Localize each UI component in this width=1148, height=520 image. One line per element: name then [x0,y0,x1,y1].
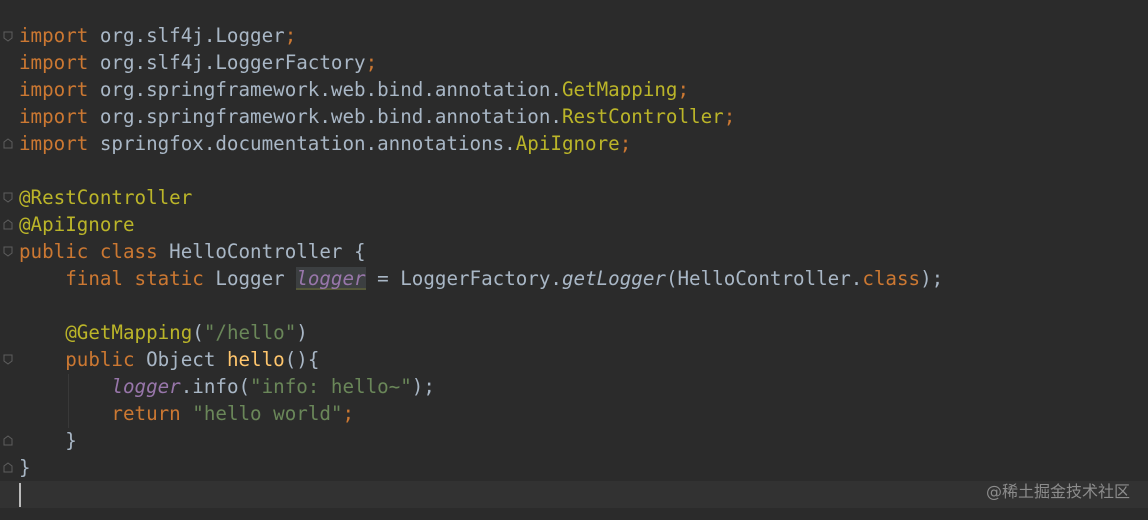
code-token: ) [296,321,308,344]
code-line[interactable]: import org.springframework.web.bind.anno… [19,76,689,103]
current-line-highlight [0,481,1148,508]
watermark: @稀土掘金技术社区 [985,482,1130,501]
string-literal-token: "hello world" [192,402,343,425]
method-name-token: hello [226,348,285,371]
fold-marker-icon[interactable] [3,354,13,365]
annotation-token: @GetMapping [65,321,193,344]
code-token: springfox.documentation.annotations. [88,132,516,155]
annotation-token: RestController [561,105,724,128]
code-token: org.slf4j.LoggerFactory [88,51,366,74]
code-editor[interactable]: import org.slf4j.Logger; import org.slf4j… [0,0,1148,520]
code-token: (){ [284,348,320,371]
code-line[interactable]: } [19,427,77,454]
code-token: org.springframework.web.bind.annotation. [88,78,562,101]
annotation-token: ApiIgnore [515,132,620,155]
code-line[interactable]: import org.slf4j.Logger; [19,22,296,49]
keyword-token: return [111,402,181,425]
code-token: Logger [203,267,297,290]
keyword-token: import [19,132,89,155]
code-line[interactable]: import org.springframework.web.bind.anno… [19,103,735,130]
keyword-token: import [19,78,89,101]
code-line[interactable]: @RestController [19,184,192,211]
code-token: = LoggerFactory. [365,267,562,290]
fold-marker-icon[interactable] [3,31,13,42]
code-line[interactable]: import springfox.documentation.annotatio… [19,130,631,157]
static-field-token: logger [111,375,181,398]
fold-marker-icon[interactable] [3,462,13,473]
code-line[interactable]: return "hello world"; [19,400,354,427]
string-literal-token: "info: hello~" [250,375,412,398]
fold-marker-icon[interactable] [3,435,13,446]
code-line[interactable]: logger.info("info: hello~"); [19,373,435,400]
code-token: org.springframework.web.bind.annotation. [88,105,562,128]
code-line[interactable]: @ApiIgnore [19,211,135,238]
code-token: org.slf4j.Logger [88,24,285,47]
annotation-token: GetMapping [561,78,678,101]
keyword-token: class [862,267,921,290]
code-line[interactable]: public Object hello(){ [19,346,319,373]
punctuation-token: ; [284,24,297,47]
annotation-token: @ApiIgnore [19,213,135,236]
fold-marker-icon[interactable] [3,246,13,257]
code-token: (HelloController. [665,267,863,290]
code-token: } [19,456,31,479]
punctuation-token: ; [677,78,690,101]
keyword-token: import [19,24,89,47]
code-token: .info( [180,375,251,398]
fold-marker-icon[interactable] [3,138,13,149]
string-literal-token: "/hello" [203,321,297,344]
punctuation-token: ; [365,51,378,74]
static-field-token: logger [296,267,366,290]
code-token: ); [411,375,435,398]
code-token: Object [134,348,227,371]
keyword-token: import [19,51,89,74]
punctuation-token: ; [619,132,632,155]
code-line[interactable]: final static Logger logger = LoggerFacto… [19,265,943,292]
keyword-token: public [65,348,135,371]
static-method-token: getLogger [561,267,666,290]
code-token: HelloController { [157,240,366,263]
code-line[interactable]: } [19,454,31,481]
code-line[interactable]: import org.slf4j.LoggerFactory; [19,49,377,76]
code-token: ); [920,267,944,290]
code-token: ( [192,321,204,344]
text-caret-icon [19,483,21,507]
keyword-token: import [19,105,89,128]
code-line[interactable]: public class HelloController { [19,238,366,265]
annotation-token: @RestController [19,186,193,209]
keyword-token: public class [19,240,158,263]
fold-marker-icon[interactable] [3,219,13,230]
code-token: } [19,429,77,452]
keyword-token: final static [65,267,204,290]
fold-marker-icon[interactable] [3,192,13,203]
punctuation-token: ; [342,402,355,425]
punctuation-token: ; [723,105,736,128]
code-line[interactable]: @GetMapping("/hello") [19,319,308,346]
